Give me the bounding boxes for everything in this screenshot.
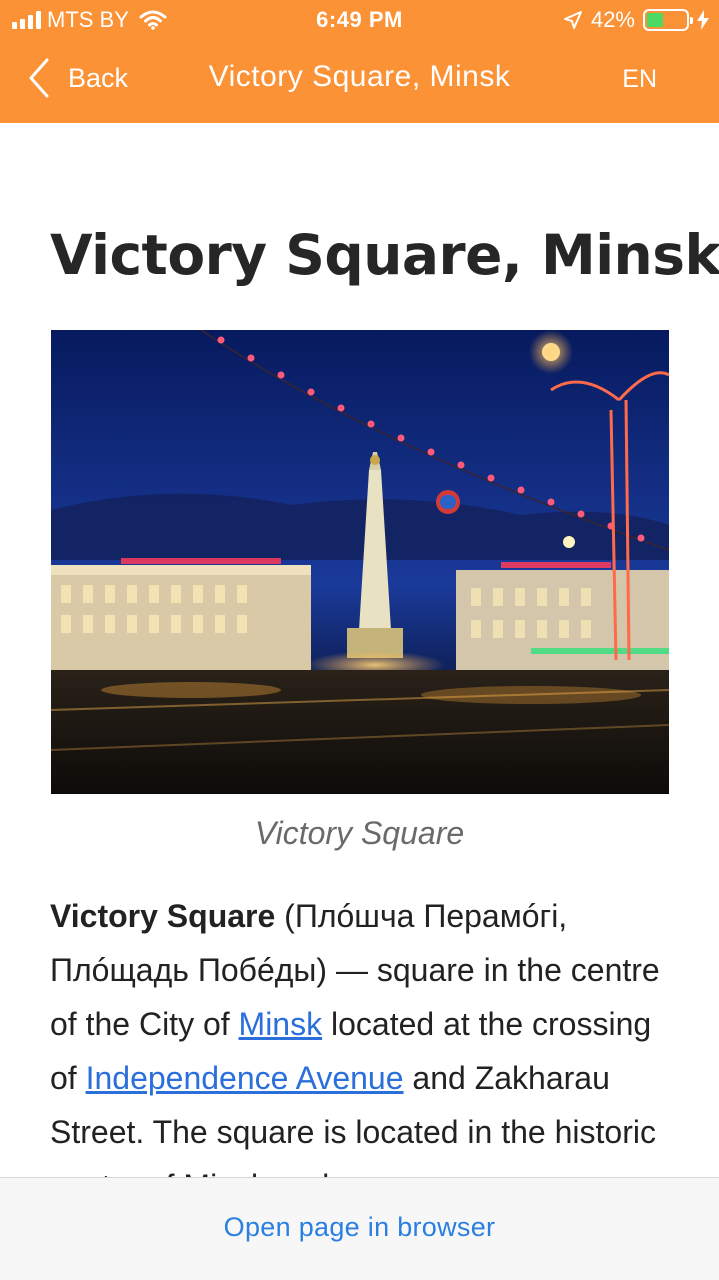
page-title: Victory Square, Minsk <box>50 223 719 287</box>
article-paragraph: Victory Square (Плóшча Перамóгі, Плóщадь… <box>50 889 680 1177</box>
bottom-toolbar: Open page in browser <box>0 1177 719 1280</box>
article-content[interactable]: Victory Square, Minsk Victory Square Vic… <box>0 123 719 1177</box>
language-button[interactable]: EN <box>622 65 657 94</box>
nav-title: Victory Square, Minsk <box>208 60 511 93</box>
battery-icon <box>643 9 693 31</box>
link-minsk[interactable]: Minsk <box>239 1006 323 1042</box>
bold-term: Victory Square <box>50 898 276 934</box>
image-caption: Victory Square <box>254 815 465 851</box>
link-independence-avenue[interactable]: Independence Avenue <box>86 1060 404 1096</box>
location-arrow-icon <box>563 11 582 29</box>
battery-percent: 42% <box>590 7 635 32</box>
night-square-photo <box>51 330 669 794</box>
navigation-bar: Back Victory Square, Minsk EN <box>0 40 719 123</box>
status-right: 42% <box>563 7 709 33</box>
battery-level-fill <box>647 13 663 27</box>
charging-bolt-icon <box>697 10 709 30</box>
open-in-browser-button[interactable]: Open page in browser <box>0 1212 719 1243</box>
article-image[interactable] <box>51 330 669 794</box>
top-bar: MTS BY 6:49 PM 42% Back Victory Square, … <box>0 0 719 123</box>
status-bar: MTS BY 6:49 PM 42% <box>0 0 719 40</box>
